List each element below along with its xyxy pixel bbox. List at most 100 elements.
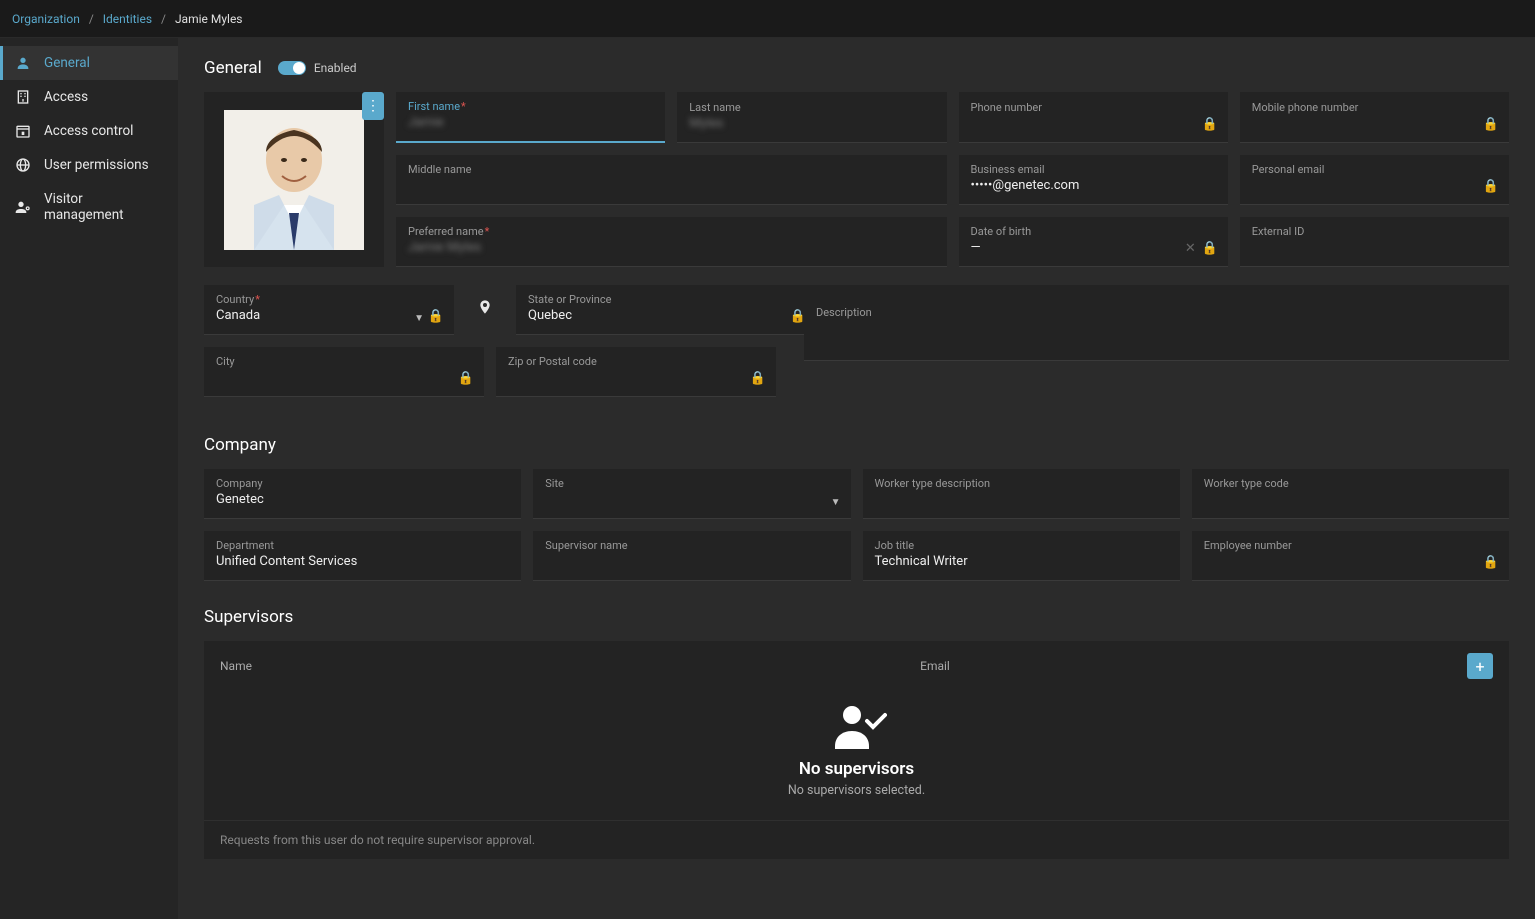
field-value: Quebec <box>528 308 804 324</box>
worker-type-code-field[interactable]: Worker type code <box>1192 469 1509 519</box>
field-label: Business email <box>971 163 1216 176</box>
field-value: Unified Content Services <box>216 554 509 570</box>
enabled-toggle[interactable]: Enabled <box>278 61 357 75</box>
chevron-down-icon: ▼ <box>831 497 841 508</box>
field-label: External ID <box>1252 225 1497 238</box>
field-value: Technical Writer <box>875 554 1168 570</box>
section-general: General Enabled <box>204 58 1509 409</box>
sidebar-item-general[interactable]: General <box>0 46 178 80</box>
supervisors-footer-note: Requests from this user do not require s… <box>204 820 1509 859</box>
sidebar-item-visitor-management[interactable]: Visitor management <box>0 182 178 232</box>
mobile-phone-field[interactable]: Mobile phone number 🔒 <box>1240 92 1509 143</box>
section-company: Company Company Genetec Site ▼ Worker ty… <box>204 435 1509 581</box>
state-field[interactable]: State or Province Quebec 🔒 <box>516 285 816 335</box>
field-label: Preferred name <box>408 225 935 238</box>
lock-icon: 🔒 <box>458 371 474 386</box>
photo-menu-button[interactable]: ⋮ <box>362 92 384 120</box>
employee-number-field[interactable]: Employee number 🔒 <box>1192 531 1509 581</box>
field-value: Canada <box>216 308 442 324</box>
sidebar-item-access-control[interactable]: Access control <box>0 114 178 148</box>
field-label: Middle name <box>408 163 935 176</box>
globe-icon <box>14 157 32 173</box>
sidebar-item-user-permissions[interactable]: User permissions <box>0 148 178 182</box>
field-label: Worker type code <box>1204 477 1497 490</box>
sidebar-item-label: User permissions <box>44 157 149 173</box>
content-area: General Enabled <box>178 38 1535 919</box>
field-label: Employee number <box>1204 539 1497 552</box>
field-value: •••••@genetec.com <box>971 178 1216 194</box>
section-title-supervisors: Supervisors <box>204 607 293 627</box>
field-value: Jamie <box>408 115 653 131</box>
person-icon <box>14 55 32 71</box>
site-field[interactable]: Site ▼ <box>533 469 850 519</box>
phone-field[interactable]: Phone number 🔒 <box>959 92 1228 143</box>
field-label: Last name <box>689 101 934 114</box>
description-field[interactable]: Description <box>804 285 1509 361</box>
breadcrumb-identities[interactable]: Identities <box>103 12 152 26</box>
section-title-general: General <box>204 58 262 78</box>
country-field[interactable]: Country Canada ▼ 🔒 <box>204 285 454 335</box>
business-email-field[interactable]: Business email •••••@genetec.com <box>959 155 1228 205</box>
sidebar-item-access[interactable]: Access <box>0 80 178 114</box>
field-label: Worker type description <box>875 477 1168 490</box>
last-name-field[interactable]: Last name Myles <box>677 92 946 143</box>
identity-photo <box>224 110 364 250</box>
sidebar-item-label: Access control <box>44 123 133 139</box>
field-label: Country <box>216 293 442 306</box>
supervisor-name-field[interactable]: Supervisor name <box>533 531 850 581</box>
lock-icon: 🔒 <box>1202 241 1218 256</box>
field-value: Genetec <box>216 492 509 508</box>
field-value: — <box>971 240 1216 256</box>
external-id-field[interactable]: External ID <box>1240 217 1509 267</box>
sidebar-item-label: Access <box>44 89 88 105</box>
field-label: Description <box>816 306 1497 319</box>
preferred-name-field[interactable]: Preferred name Jamie Myles <box>396 217 947 267</box>
field-value <box>875 492 1168 508</box>
field-value <box>508 370 764 386</box>
lock-icon: 🔒 <box>428 309 444 324</box>
supervisors-name-header: Name <box>220 659 920 673</box>
breadcrumb-separator: / <box>161 12 166 26</box>
field-value <box>1204 554 1497 570</box>
first-name-field[interactable]: First name Jamie <box>396 92 665 143</box>
middle-name-field[interactable]: Middle name <box>396 155 947 205</box>
clear-icon[interactable]: ✕ <box>1185 241 1196 256</box>
job-title-field[interactable]: Job title Technical Writer <box>863 531 1180 581</box>
company-field[interactable]: Company Genetec <box>204 469 521 519</box>
personal-email-field[interactable]: Personal email 🔒 <box>1240 155 1509 205</box>
lock-icon: 🔒 <box>1483 179 1499 194</box>
field-label: Phone number <box>971 101 1216 114</box>
supervisors-email-header: Email <box>920 659 1467 673</box>
field-value <box>1204 492 1497 508</box>
location-pin <box>466 285 504 335</box>
supervisor-empty-icon <box>827 701 887 749</box>
field-label: Company <box>216 477 509 490</box>
field-label: Date of birth <box>971 225 1216 238</box>
lock-icon: 🔒 <box>1483 117 1499 132</box>
field-value <box>545 554 838 570</box>
field-value <box>816 321 1497 337</box>
field-label: Mobile phone number <box>1252 101 1497 114</box>
department-field[interactable]: Department Unified Content Services <box>204 531 521 581</box>
add-supervisor-button[interactable]: + <box>1467 653 1493 679</box>
top-bar: Organization / Identities / Jamie Myles <box>0 0 1535 38</box>
field-label: Supervisor name <box>545 539 838 552</box>
field-label: Job title <box>875 539 1168 552</box>
city-field[interactable]: City 🔒 <box>204 347 484 397</box>
lock-icon: 🔒 <box>1483 555 1499 570</box>
field-value <box>216 370 472 386</box>
zip-field[interactable]: Zip or Postal code 🔒 <box>496 347 776 397</box>
supervisors-panel: Name Email + No supervisors No superviso… <box>204 641 1509 859</box>
date-of-birth-field[interactable]: Date of birth — ✕ 🔒 <box>959 217 1228 267</box>
field-value <box>408 178 935 194</box>
photo-card: ⋮ <box>204 92 384 267</box>
worker-type-description-field[interactable]: Worker type description <box>863 469 1180 519</box>
field-label: City <box>216 355 472 368</box>
breadcrumb-organization[interactable]: Organization <box>12 12 80 26</box>
plus-icon: + <box>1475 657 1484 676</box>
breadcrumb-current: Jamie Myles <box>175 12 243 26</box>
supervisors-header: Name Email + <box>204 641 1509 691</box>
sidebar-item-label: General <box>44 55 90 71</box>
field-value <box>1252 116 1497 132</box>
field-value: Jamie Myles <box>408 240 935 256</box>
